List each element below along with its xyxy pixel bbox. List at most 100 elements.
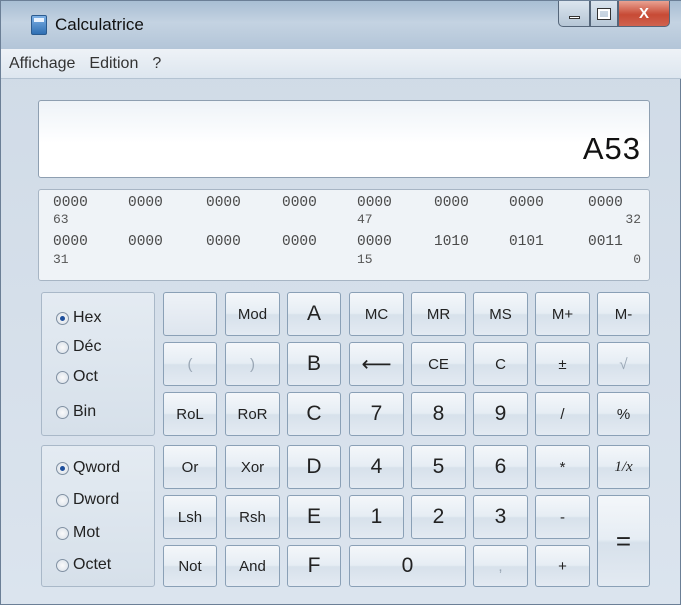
radio-button[interactable]	[56, 340, 69, 354]
bit-index-label: 32	[625, 212, 641, 227]
radio-bin[interactable]: Bin	[56, 403, 96, 421]
bit-index-label: 31	[53, 252, 69, 267]
and-key[interactable]: And	[225, 545, 280, 587]
digit-9-key[interactable]: 9	[473, 392, 528, 436]
bits-row-lower: 0000 0000 0000 0000 0000 1010 0101 0011	[39, 234, 651, 252]
mr-key[interactable]: MR	[411, 292, 466, 336]
menu-bar: Affichage Edition ?	[1, 49, 681, 79]
bit-group: 0000	[128, 195, 163, 211]
maximize-icon	[597, 7, 611, 20]
bit-group: 0000	[206, 234, 241, 250]
mod-key[interactable]: Mod	[225, 292, 280, 336]
bit-panel: 0000 0000 0000 0000 0000 0000 0000 0000 …	[38, 189, 650, 281]
digit-8-key[interactable]: 8	[411, 392, 466, 436]
title-bar[interactable]: Calculatrice X	[1, 1, 681, 49]
radio-mot[interactable]: Mot	[56, 524, 100, 542]
right-paren-key[interactable]: )	[225, 342, 280, 386]
digit-2-key[interactable]: 2	[411, 495, 466, 539]
backspace-key[interactable]: ⟵	[349, 342, 404, 386]
reciprocal-key[interactable]: 1/x	[597, 445, 650, 489]
bit-group: 1010	[434, 234, 469, 250]
bit-group: 0000	[357, 234, 392, 250]
percent-key[interactable]: %	[597, 392, 650, 436]
minimize-button[interactable]	[558, 1, 590, 27]
not-key[interactable]: Not	[163, 545, 217, 587]
sqrt-key[interactable]: √	[597, 342, 650, 386]
bit-group: 0000	[53, 195, 88, 211]
decimal-key[interactable]: ,	[473, 545, 528, 587]
plus-minus-key[interactable]: ±	[535, 342, 590, 386]
bit-index-label: 15	[357, 252, 373, 267]
hex-f-key[interactable]: F	[287, 545, 341, 587]
radio-button[interactable]	[56, 493, 69, 507]
bit-group: 0011	[588, 234, 623, 250]
base-radio-group: Hex Déc Oct Bin	[41, 292, 155, 436]
blank-key[interactable]	[163, 292, 217, 336]
radio-dword[interactable]: Dword	[56, 491, 119, 509]
menu-help[interactable]: ?	[146, 55, 167, 73]
bit-index-label: 0	[633, 252, 641, 267]
minus-key[interactable]: -	[535, 495, 590, 539]
radio-oct[interactable]: Oct	[56, 368, 98, 386]
bit-group: 0000	[434, 195, 469, 211]
word-size-radio-group: Qword Dword Mot Octet	[41, 445, 155, 587]
bits-row-upper: 0000 0000 0000 0000 0000 0000 0000 0000	[39, 195, 651, 213]
digit-1-key[interactable]: 1	[349, 495, 404, 539]
rsh-key[interactable]: Rsh	[225, 495, 280, 539]
radio-button[interactable]	[56, 311, 69, 325]
radio-dec[interactable]: Déc	[56, 338, 101, 356]
equals-key[interactable]: =	[597, 495, 650, 587]
close-button[interactable]: X	[618, 1, 670, 27]
radio-hex[interactable]: Hex	[56, 309, 101, 327]
left-paren-key[interactable]: (	[163, 342, 217, 386]
radio-button[interactable]	[56, 526, 69, 540]
digit-3-key[interactable]: 3	[473, 495, 528, 539]
bit-group: 0000	[588, 195, 623, 211]
bit-group: 0000	[206, 195, 241, 211]
m-minus-key[interactable]: M-	[597, 292, 650, 336]
ce-key[interactable]: CE	[411, 342, 466, 386]
hex-b-key[interactable]: B	[287, 342, 341, 386]
bit-group: 0000	[128, 234, 163, 250]
menu-edition[interactable]: Edition	[83, 55, 144, 73]
menu-affichage[interactable]: Affichage	[3, 55, 81, 73]
plus-key[interactable]: +	[535, 545, 590, 587]
ms-key[interactable]: MS	[473, 292, 528, 336]
bit-group: 0000	[53, 234, 88, 250]
multiply-key[interactable]: *	[535, 445, 590, 489]
hex-e-key[interactable]: E	[287, 495, 341, 539]
bit-group: 0000	[509, 195, 544, 211]
xor-key[interactable]: Xor	[225, 445, 280, 489]
digit-7-key[interactable]: 7	[349, 392, 404, 436]
bit-group: 0000	[282, 234, 317, 250]
ror-key[interactable]: RoR	[225, 392, 280, 436]
result-display: A53	[38, 100, 650, 178]
calculator-window: Calculatrice X Affichage Edition ? A53 0…	[0, 0, 681, 605]
bit-index-label: 63	[53, 212, 69, 227]
bit-group: 0000	[282, 195, 317, 211]
hex-d-key[interactable]: D	[287, 445, 341, 489]
digit-0-key[interactable]: 0	[349, 545, 466, 587]
radio-button[interactable]	[56, 461, 69, 475]
hex-c-key[interactable]: C	[287, 392, 341, 436]
digit-4-key[interactable]: 4	[349, 445, 404, 489]
mc-key[interactable]: MC	[349, 292, 404, 336]
digit-6-key[interactable]: 6	[473, 445, 528, 489]
clear-key[interactable]: C	[473, 342, 528, 386]
radio-button[interactable]	[56, 558, 69, 572]
hex-a-key[interactable]: A	[287, 292, 341, 336]
radio-qword[interactable]: Qword	[56, 459, 120, 477]
digit-5-key[interactable]: 5	[411, 445, 466, 489]
or-key[interactable]: Or	[163, 445, 217, 489]
lsh-key[interactable]: Lsh	[163, 495, 217, 539]
calculator-icon	[31, 15, 47, 35]
bit-index-label: 47	[357, 212, 373, 227]
radio-button[interactable]	[56, 405, 69, 419]
radio-button[interactable]	[56, 370, 69, 384]
rol-key[interactable]: RoL	[163, 392, 217, 436]
divide-key[interactable]: /	[535, 392, 590, 436]
radio-octet[interactable]: Octet	[56, 556, 111, 574]
window-title: Calculatrice	[55, 15, 144, 34]
maximize-button[interactable]	[590, 1, 618, 27]
m-plus-key[interactable]: M+	[535, 292, 590, 336]
